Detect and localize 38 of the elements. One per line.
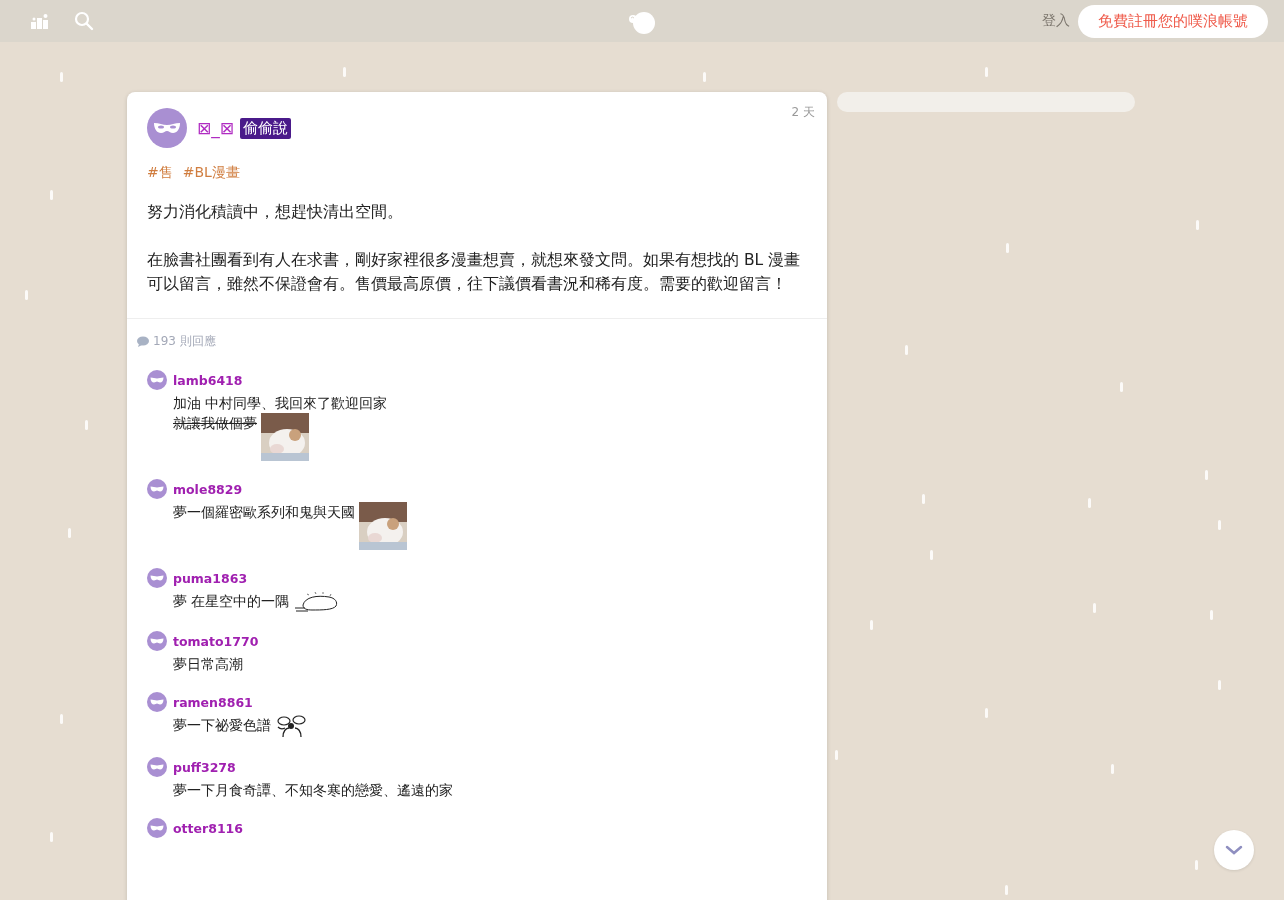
- mask-avatar-icon: [147, 757, 167, 777]
- mask-avatar-icon: [147, 479, 167, 499]
- search-icon[interactable]: [74, 11, 94, 31]
- post-paragraph: 在臉書社團看到有人在求書，剛好家裡很多漫畫想賣，就想來發文問。如果有想找的 BL 漫畫可以留言，雖然不保證會有。售價最高原價，往下議價看書況和稀有度。需要的歡迎留言！: [147, 250, 802, 295]
- hashtag-link[interactable]: #售: [147, 164, 173, 182]
- reply-count: 193 則回應: [153, 333, 216, 350]
- mask-avatar-icon: [147, 108, 187, 148]
- comment-text: 加油 中村同學、我回來了歡迎回家: [173, 394, 388, 413]
- comment-text: 夢 在星空中的一隅: [173, 592, 290, 611]
- chevron-down-icon: [1225, 845, 1243, 855]
- ranking-icon[interactable]: [30, 13, 50, 29]
- comment-text: 夢一下月食奇譚、不知冬寒的戀愛、遙遠的家: [173, 781, 453, 800]
- username-link[interactable]: puff3278: [173, 759, 236, 775]
- author-name[interactable]: ⊠_⊠: [197, 118, 234, 138]
- comment-text: 夢日常高潮: [173, 655, 243, 674]
- login-link[interactable]: 登入: [1042, 12, 1070, 30]
- hashtag-link[interactable]: #BL漫畫: [182, 164, 240, 182]
- mask-avatar-icon: [147, 692, 167, 712]
- comment-text: 夢一下祕愛色譜: [173, 716, 271, 735]
- mask-avatar-icon: [147, 631, 167, 651]
- username-link[interactable]: tomato1770: [173, 633, 259, 649]
- username-link[interactable]: ramen8861: [173, 694, 253, 710]
- anonymous-badge: 偷偷說: [240, 117, 291, 139]
- speech-bubble-icon: [137, 336, 149, 347]
- username-link[interactable]: puma1863: [173, 570, 248, 586]
- signup-button[interactable]: 免費註冊您的噗浪帳號: [1078, 4, 1268, 38]
- comment-text: 夢一個羅密歐系列和鬼與天國: [173, 503, 355, 522]
- username-link[interactable]: lamb6418: [173, 372, 243, 388]
- comment-text: 就讓我做個夢: [173, 414, 257, 433]
- mask-avatar-icon: [147, 370, 167, 390]
- post-time: 2 天: [791, 104, 815, 121]
- post-paragraph: 努力消化積讀中，想趕快清出空間。: [147, 202, 404, 223]
- scroll-down-button[interactable]: [1214, 830, 1254, 870]
- username-link[interactable]: mole8829: [173, 481, 243, 497]
- mask-avatar-icon: [147, 818, 167, 838]
- logo-icon[interactable]: [627, 10, 657, 36]
- mask-avatar-icon: [147, 568, 167, 588]
- username-link[interactable]: otter8116: [173, 820, 243, 836]
